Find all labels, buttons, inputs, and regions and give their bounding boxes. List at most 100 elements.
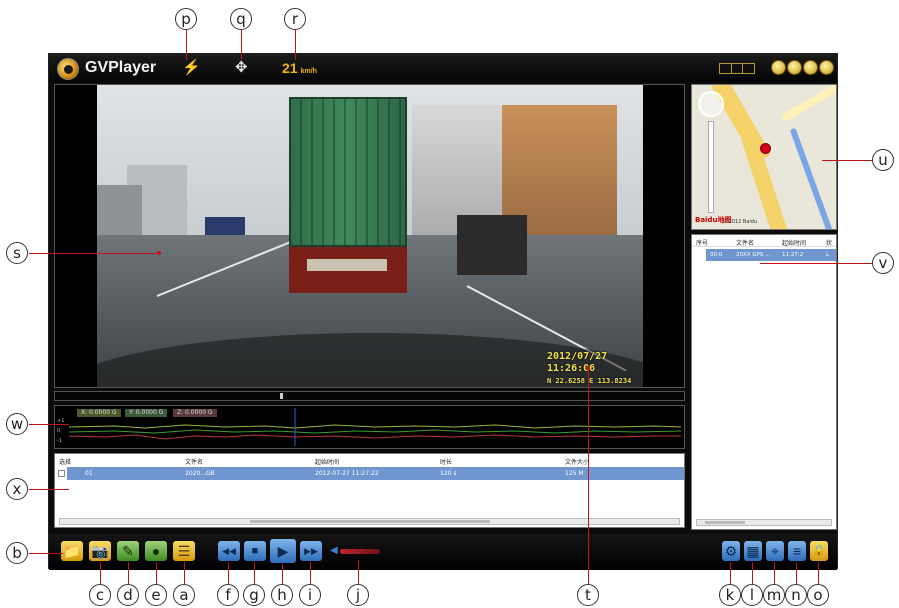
leader-line xyxy=(254,562,255,584)
disk-button[interactable]: ☰ xyxy=(173,541,195,561)
callout-c: c xyxy=(89,584,111,606)
volume-slider[interactable] xyxy=(340,549,380,554)
scrollbar-thumb[interactable] xyxy=(705,521,745,524)
callout-w: w xyxy=(6,413,28,435)
open-folder-button[interactable]: 📁 xyxy=(61,541,83,561)
video-display[interactable]: 2012/07/27 11:26:06 N 22.6258 E 113.8234… xyxy=(54,84,685,388)
file-list-scrollbar[interactable] xyxy=(59,518,680,525)
scene-container-truck xyxy=(289,97,407,247)
callout-l: l xyxy=(741,584,763,606)
callout-p: p xyxy=(175,8,197,30)
list-toggle-button[interactable]: ≡ xyxy=(788,541,806,561)
leader-line xyxy=(29,489,69,490)
file-list: 选择 文件名 起始时间 时长 文件大小 01 2020...GB 2012-07… xyxy=(54,453,685,528)
layout-1-icon[interactable] xyxy=(720,64,732,73)
table-row[interactable]: 01 2020...GB 2012-07-27 11:27:22 120 s 1… xyxy=(67,467,684,480)
leader-line xyxy=(358,560,359,584)
lock-button[interactable]: 🔒 xyxy=(810,541,828,561)
gps-table-scrollbar[interactable] xyxy=(696,519,832,526)
callout-k: k xyxy=(719,584,741,606)
gps-map[interactable]: Baidu地图 © 2012 Baidu xyxy=(691,84,837,230)
row-index: 01 xyxy=(85,470,93,477)
callout-r: r xyxy=(284,8,306,30)
rt-row-time: 11:27:2 xyxy=(782,252,804,258)
location-pin-icon xyxy=(760,143,771,154)
fast-forward-button[interactable]: ▶▶ xyxy=(300,541,322,561)
wave-series-z xyxy=(68,434,681,440)
leader-line xyxy=(752,562,753,584)
gsensor-icon: ✥ xyxy=(235,59,248,76)
callout-h: h xyxy=(271,584,293,606)
speed-unit: km/h xyxy=(300,68,317,75)
callout-i: i xyxy=(299,584,321,606)
app-title: GVPlayer xyxy=(85,59,157,76)
close-button[interactable] xyxy=(819,60,834,75)
col-duration[interactable]: 时长 xyxy=(440,457,452,466)
map-zoom-slider[interactable] xyxy=(708,121,714,213)
leader-dot xyxy=(586,366,590,370)
leader-line xyxy=(241,30,242,60)
rt-row-filename: 20XX GPS ... xyxy=(736,252,771,258)
stop-button[interactable]: ■ xyxy=(244,541,266,561)
layout-2-icon[interactable] xyxy=(732,64,744,73)
leader-line xyxy=(730,562,731,584)
edit-clip-button[interactable]: ✎ xyxy=(117,541,139,561)
seek-thumb[interactable] xyxy=(280,393,283,399)
gsensor-waveform: X: 0.0000 G Y: 0.0000 G Z: 0.0000 G +1 0… xyxy=(54,405,685,449)
gps-table-header: 序号 文件名 起始时间 状 xyxy=(692,235,836,247)
osd-gps: N 22.6258 E 113.8234 25 km/h xyxy=(547,377,632,385)
snapshot-button[interactable]: 📷 xyxy=(89,541,111,561)
osd-timestamp: 2012/07/27 11:26:06 xyxy=(547,351,608,374)
callout-f: f xyxy=(217,584,239,606)
table-row[interactable]: 00:0 20XX GPS ... 11:27:2 L xyxy=(706,249,836,261)
rt-col-filename[interactable]: 文件名 xyxy=(736,238,754,247)
scene-truck-right xyxy=(457,215,527,275)
col-select[interactable]: 选择 xyxy=(59,457,71,466)
leader-line xyxy=(796,562,797,584)
layout-3-icon[interactable] xyxy=(743,64,754,73)
leader-line xyxy=(184,562,185,584)
callout-s: s xyxy=(6,242,28,264)
dashcam-frame: 2012/07/27 11:26:06 N 22.6258 E 113.8234… xyxy=(97,85,643,387)
settings-button[interactable]: ⚙ xyxy=(722,541,740,561)
rt-col-time[interactable]: 起始时间 xyxy=(782,238,806,247)
scrollbar-thumb[interactable] xyxy=(250,520,490,523)
leader-line xyxy=(588,368,589,584)
gvplayer-window: GVPlayer ⚡ ✥ 21 km/h 2012/07/27 11:26:06… xyxy=(48,53,838,570)
gps-signal-icon: ⚡ xyxy=(182,59,201,76)
play-button[interactable]: ▶ xyxy=(270,539,296,563)
leader-line xyxy=(29,424,69,425)
rewind-button[interactable]: ◀◀ xyxy=(218,541,240,561)
screen-layout-selector[interactable] xyxy=(719,63,755,74)
maximize-button[interactable] xyxy=(803,60,818,75)
col-size[interactable]: 文件大小 xyxy=(565,457,589,466)
row-size: 125 M xyxy=(565,470,584,477)
col-start-time[interactable]: 起始时间 xyxy=(315,457,339,466)
speed-readout: 21 km/h xyxy=(282,60,317,76)
gps-record-table: 序号 文件名 起始时间 状 00:0 20XX GPS ... 11:27:2 … xyxy=(691,234,837,530)
map-pan-control[interactable] xyxy=(698,91,724,117)
record-button[interactable]: ● xyxy=(145,541,167,561)
callout-u: u xyxy=(872,149,894,171)
callout-d: d xyxy=(117,584,139,606)
minimize-button[interactable] xyxy=(771,60,786,75)
callout-a: a xyxy=(173,584,195,606)
leader-line xyxy=(310,562,311,584)
callout-t: t xyxy=(577,584,599,606)
callout-v: v xyxy=(872,252,894,274)
map-road xyxy=(780,85,836,123)
seek-bar[interactable] xyxy=(54,391,685,401)
bottom-toolbar: 📁 📷 ✎ ● ☰ ◀◀ ■ ▶ ▶▶ ◀ ⚙ ▦ ⌖ ≡ 🔒 xyxy=(49,534,837,570)
leader-line xyxy=(760,263,872,264)
leader-line xyxy=(282,564,283,584)
scene-truck-bumper xyxy=(289,247,407,293)
row-filename: 2020...GB xyxy=(185,470,215,477)
col-filename[interactable]: 文件名 xyxy=(185,457,203,466)
row-checkbox[interactable] xyxy=(58,470,65,477)
rt-col-flag[interactable]: 状 xyxy=(826,238,832,247)
rt-col-index[interactable]: 序号 xyxy=(696,238,708,247)
annotated-screenshot: GVPlayer ⚡ ✥ 21 km/h 2012/07/27 11:26:06… xyxy=(0,0,899,608)
restore-button[interactable] xyxy=(787,60,802,75)
location-button[interactable]: ⌖ xyxy=(766,541,784,561)
map-toggle-button[interactable]: ▦ xyxy=(744,541,762,561)
